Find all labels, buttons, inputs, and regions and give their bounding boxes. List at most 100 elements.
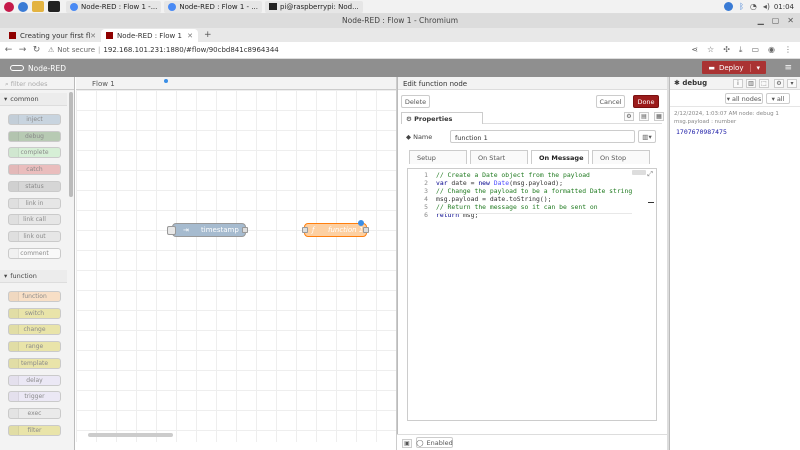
- new-tab-button[interactable]: +: [204, 30, 212, 40]
- palette-node-filter[interactable]: filter: [8, 424, 61, 436]
- palette-category-function[interactable]: ▾ function: [0, 270, 67, 283]
- input-port[interactable]: [302, 227, 308, 233]
- enabled-toggle[interactable]: ◯ Enabled: [416, 437, 453, 448]
- palette-node-range[interactable]: range: [8, 341, 61, 353]
- profile-icon[interactable]: ◉: [768, 45, 775, 55]
- taskbar-label: Node-RED : Flow 1 - ...: [179, 2, 258, 11]
- help-tab-icon[interactable]: ▥: [746, 79, 756, 88]
- palette-category-common[interactable]: ▾ common: [0, 93, 67, 106]
- url-field[interactable]: ⚠ Not secure | 192.168.101.231:1880/#flo…: [48, 44, 279, 56]
- palette-scrollbar[interactable]: [69, 92, 73, 197]
- debug-clear-button[interactable]: ▾ all: [766, 93, 790, 104]
- palette-node-delay[interactable]: delay: [8, 374, 61, 386]
- canvas-scrollbar[interactable]: [88, 433, 173, 437]
- share-icon[interactable]: ⋖: [691, 45, 698, 55]
- back-icon[interactable]: ←: [3, 45, 14, 55]
- info-tab-icon[interactable]: i: [733, 79, 743, 88]
- terminal-icon[interactable]: [48, 1, 60, 12]
- settings-icon[interactable]: ⚙: [624, 112, 634, 121]
- download-icon[interactable]: ⤓: [739, 45, 743, 55]
- update-icon[interactable]: [724, 2, 734, 11]
- done-button[interactable]: Done: [633, 95, 659, 108]
- volume-icon[interactable]: ◂): [763, 2, 770, 11]
- palette-node-label: range: [25, 343, 44, 351]
- inject-trigger-button[interactable]: [167, 226, 176, 235]
- debug-filter-button[interactable]: ▾ all nodes: [725, 93, 763, 104]
- node-type-icon: [9, 342, 19, 352]
- output-port[interactable]: [363, 227, 369, 233]
- reload-icon[interactable]: ↻: [31, 45, 42, 55]
- forward-icon[interactable]: →: [17, 45, 28, 55]
- node-help-icon[interactable]: ▣: [402, 439, 412, 448]
- output-port[interactable]: [242, 227, 248, 233]
- bluetooth-icon[interactable]: ᛒ: [739, 2, 744, 11]
- description-icon[interactable]: ▤: [639, 112, 649, 121]
- node-type-icon: [9, 308, 19, 318]
- tab-debug[interactable]: ✱ debug: [674, 79, 707, 87]
- main-menu-icon[interactable]: ≡: [784, 63, 792, 73]
- tab-close-icon[interactable]: ✕: [187, 32, 193, 40]
- palette-node-change[interactable]: change: [8, 324, 61, 336]
- palette-node-exec[interactable]: exec: [8, 407, 61, 419]
- maximize-icon[interactable]: ▢: [772, 16, 780, 25]
- node-type-icon: [9, 248, 19, 258]
- palette-node-link-out[interactable]: link out: [8, 230, 61, 242]
- warning-icon[interactable]: ⚠: [48, 46, 54, 54]
- palette-filter-input[interactable]: ⌕ filter nodes: [0, 77, 74, 90]
- sidebar-menu-icon[interactable]: ▾: [787, 79, 797, 88]
- browser-launcher-icon[interactable]: [18, 1, 28, 12]
- library-button[interactable]: ▥▾: [638, 130, 656, 143]
- code-editor[interactable]: 1 // Create a Date object from the payloa…: [407, 168, 657, 421]
- deploy-dropdown-icon[interactable]: ▾: [750, 63, 760, 72]
- palette-node-template[interactable]: template: [8, 357, 61, 369]
- appearance-icon[interactable]: ▦: [654, 112, 664, 121]
- palette-node-catch[interactable]: catch: [8, 164, 61, 176]
- palette-node-status[interactable]: status: [8, 180, 61, 192]
- browser-tab-first-flow[interactable]: Creating your first flow ✕: [4, 29, 101, 42]
- wifi-icon[interactable]: ◔: [750, 2, 757, 11]
- file-manager-icon[interactable]: [32, 1, 44, 12]
- properties-tab[interactable]: ⚙ Properties: [401, 112, 483, 124]
- tab-on-stop[interactable]: On Stop: [592, 150, 650, 164]
- name-input[interactable]: function 1: [450, 130, 635, 143]
- palette-node-trigger[interactable]: trigger: [8, 391, 61, 403]
- close-icon[interactable]: ✕: [787, 16, 794, 25]
- properties-label: Properties: [414, 115, 453, 123]
- delete-button[interactable]: Delete: [401, 95, 430, 108]
- extensions-icon[interactable]: ✣: [723, 45, 730, 55]
- palette-node-link-in[interactable]: link in: [8, 197, 61, 209]
- palette-node-function[interactable]: function: [8, 291, 61, 302]
- palette-node-debug[interactable]: debug: [8, 130, 61, 142]
- tab-close-icon[interactable]: ✕: [90, 32, 96, 40]
- debug-message-value[interactable]: 1707670987475: [676, 128, 727, 136]
- tray-divider[interactable]: [396, 77, 397, 450]
- sidepanel-icon[interactable]: ▭: [751, 45, 759, 55]
- tab-setup[interactable]: Setup: [409, 150, 467, 164]
- raspberry-menu-icon[interactable]: [4, 1, 14, 12]
- taskbar-item-nodered-1[interactable]: Node-RED : Flow 1 -...: [66, 0, 162, 13]
- palette-node-link-call[interactable]: link call: [8, 214, 61, 226]
- code-hint-icon[interactable]: [632, 170, 646, 175]
- palette-node-comment[interactable]: comment: [8, 247, 61, 259]
- tab-flow-1[interactable]: Flow 1: [86, 77, 121, 90]
- canvas-node-function-1[interactable]: ƒ function 1: [302, 220, 369, 237]
- flow-canvas[interactable]: ⇥ timestamp ƒ function 1: [76, 90, 396, 442]
- expand-icon[interactable]: ⤢: [647, 170, 653, 179]
- canvas-node-timestamp[interactable]: ⇥ timestamp: [167, 223, 248, 237]
- config-tab-icon[interactable]: ⬚: [759, 79, 769, 88]
- palette-node-switch[interactable]: switch: [8, 307, 61, 319]
- cancel-button[interactable]: Cancel: [596, 95, 625, 108]
- tab-on-message[interactable]: On Message: [531, 150, 589, 164]
- palette-node-inject[interactable]: inject: [8, 114, 61, 125]
- taskbar-item-terminal[interactable]: pi@raspberrypi: Nod...: [264, 0, 363, 13]
- tab-on-start[interactable]: On Start: [470, 150, 528, 164]
- context-tab-icon[interactable]: ⚙: [774, 79, 784, 88]
- sidebar-tabs: ✱ debug i ▥ ⬚ ⚙ ▾: [670, 77, 800, 90]
- taskbar-item-nodered-2[interactable]: Node-RED : Flow 1 - ...: [164, 0, 262, 13]
- palette-node-complete[interactable]: complete: [8, 147, 61, 159]
- deploy-button[interactable]: ▬ Deploy ▾: [702, 61, 766, 74]
- browser-tab-nodered[interactable]: Node-RED : Flow 1 ✕: [101, 29, 198, 42]
- browser-menu-icon[interactable]: ⋮: [784, 45, 792, 55]
- minimize-icon[interactable]: ▁: [758, 16, 764, 25]
- bookmark-star-icon[interactable]: ☆: [707, 45, 714, 55]
